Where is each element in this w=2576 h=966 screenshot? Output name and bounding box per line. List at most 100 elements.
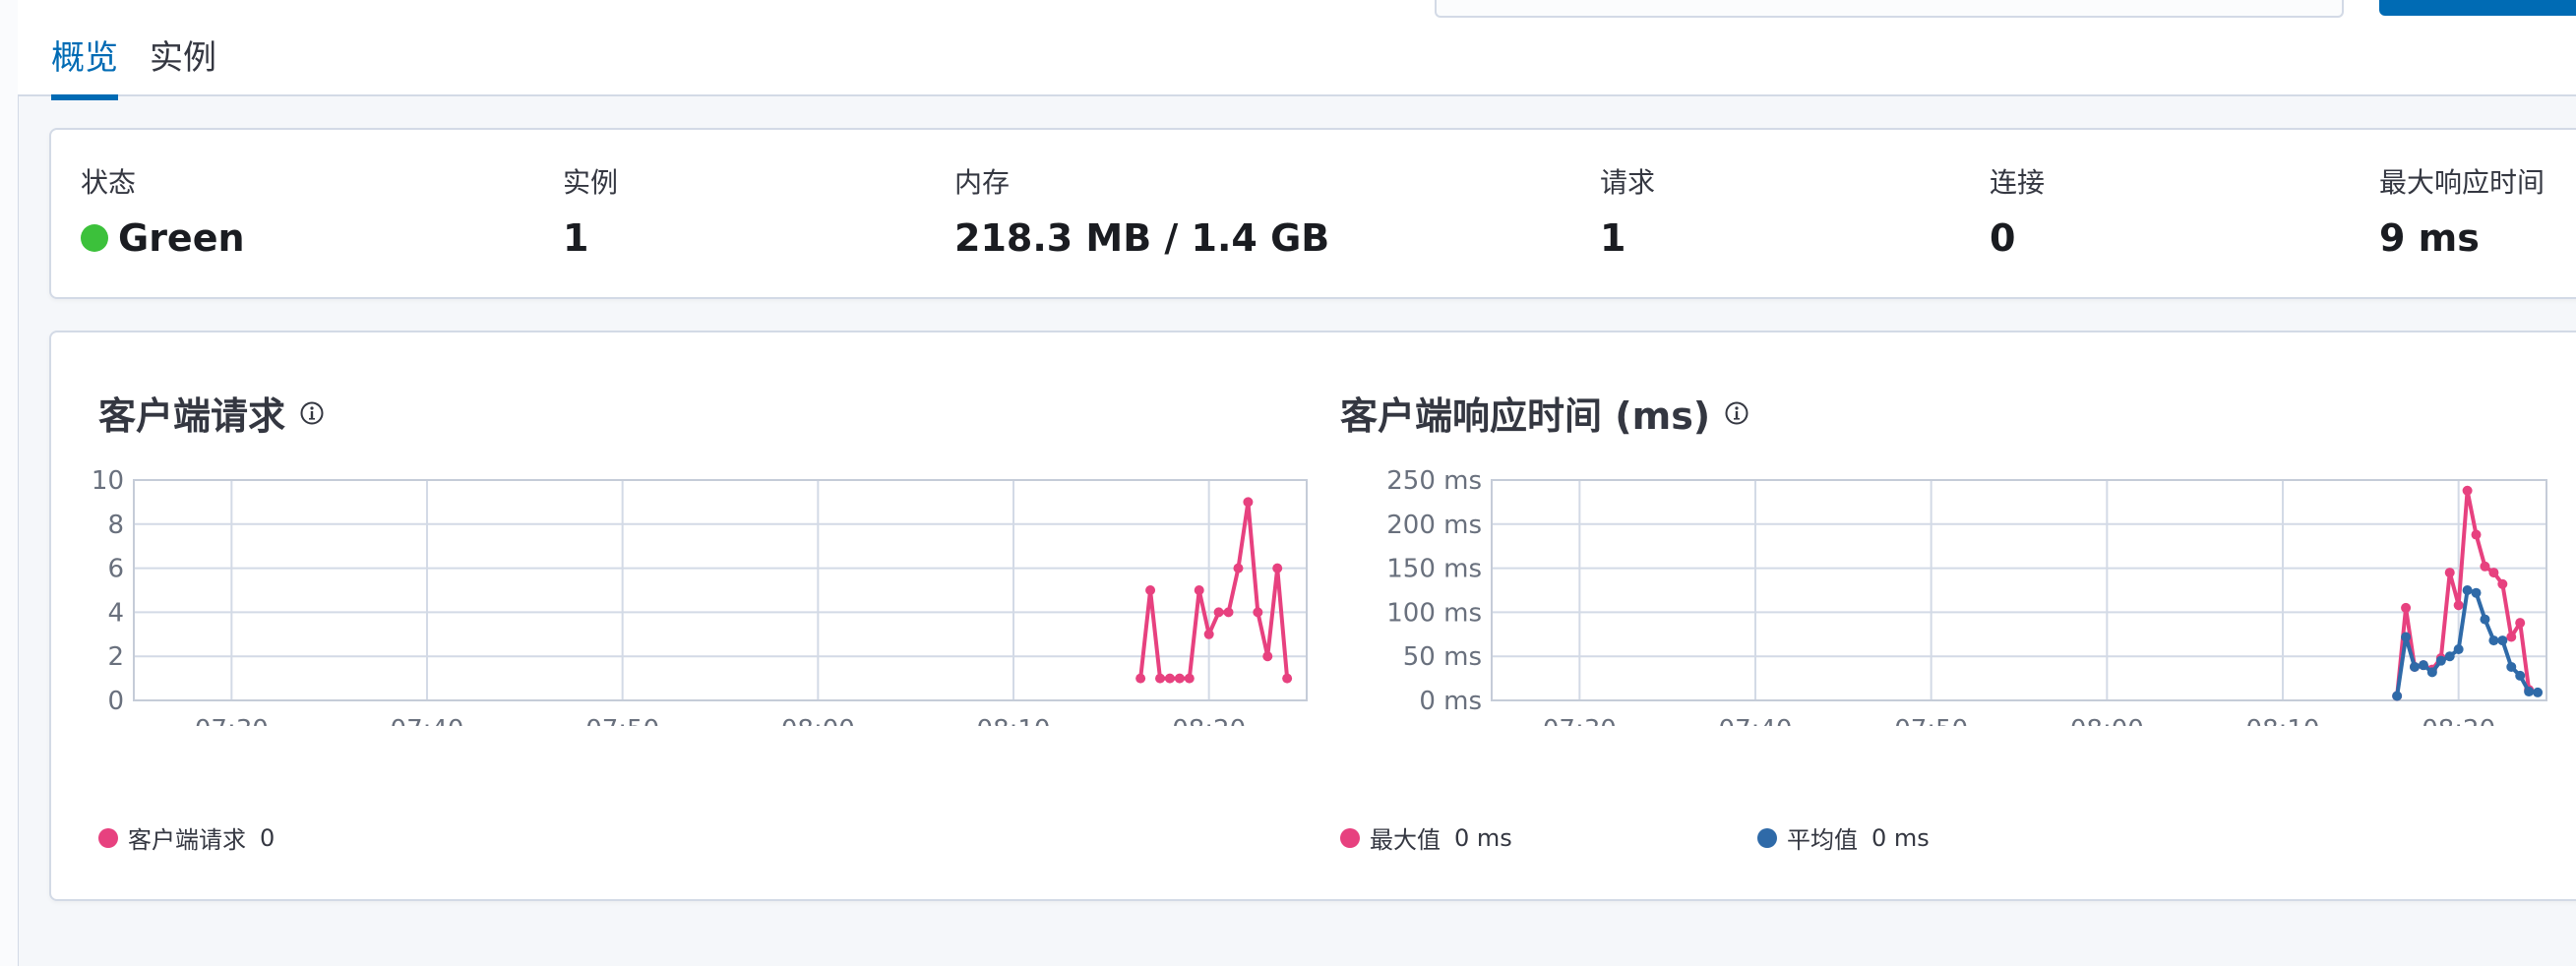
data-point[interactable] <box>1184 673 1195 684</box>
plot-frame <box>133 479 1308 701</box>
stat-title: 状态 <box>81 166 137 199</box>
stat-instances: 实例 1 <box>563 163 618 266</box>
tab-instances[interactable]: 实例 <box>150 31 216 94</box>
x-tick-label: 07:30 <box>1543 715 1617 726</box>
charts-panel: 客户端请求 客户端响应时间 (ms) 108642007:3007:4007:5… <box>49 331 2576 901</box>
legend-label: 平均值 <box>1787 826 1858 854</box>
y-tick-label: 10 <box>92 466 124 496</box>
y-tick-label: 4 <box>107 598 124 628</box>
requests-chart: 108642007:3007:4007:5008:0008:1008:20 <box>92 466 1308 726</box>
x-tick-label: 08:10 <box>2246 715 2320 726</box>
plot-frame <box>1491 479 2547 701</box>
stat-memory: 内存 218.3 MB / 1.4 GB <box>954 163 1329 266</box>
y-tick-label: 150 ms <box>1386 555 1482 584</box>
data-point[interactable] <box>2435 655 2446 666</box>
x-tick-label: 07:50 <box>585 715 659 726</box>
data-point[interactable] <box>1164 673 1175 684</box>
data-point[interactable] <box>2444 651 2455 662</box>
data-point[interactable] <box>2426 667 2437 678</box>
stat-max-response: 最大响应时间 9 ms <box>2379 163 2545 266</box>
stat-title: 连接 <box>1990 166 2046 199</box>
summary-panel: 状态 Green 实例 1 内存 218.3 MB / 1.4 GB 请求 1 … <box>49 128 2576 299</box>
left-edge-strip <box>0 0 19 966</box>
data-point[interactable] <box>2418 660 2428 671</box>
stat-title: 最大响应时间 <box>2379 166 2545 199</box>
data-point[interactable] <box>2515 670 2526 681</box>
x-tick-label: 08:00 <box>2070 715 2144 726</box>
data-point[interactable] <box>2410 661 2420 672</box>
data-point[interactable] <box>1145 585 1156 595</box>
stat-title: 内存 <box>954 166 1011 199</box>
data-point[interactable] <box>2533 687 2544 697</box>
legend-dot-icon <box>98 827 118 848</box>
status-value-text: Green <box>118 216 245 260</box>
legend-dot-icon <box>1757 827 1777 848</box>
data-point[interactable] <box>1135 673 1146 684</box>
legend-value: 0 <box>260 823 276 852</box>
tab-overview[interactable]: 概览 <box>51 31 118 100</box>
legend-max[interactable]: 最大值 0 ms <box>1340 820 1512 855</box>
response-time-chart: 250 ms 200 ms 150 ms 100 ms 50 ms 0 ms 07:30 07… <box>1386 466 2547 726</box>
status-health-icon <box>81 224 108 252</box>
stat-connections: 连接 0 <box>1990 163 2045 266</box>
data-point[interactable] <box>2497 635 2508 646</box>
top-search-field[interactable] <box>1545 0 2344 18</box>
data-point[interactable] <box>2480 561 2490 572</box>
stat-requests: 请求 1 <box>1600 163 1655 266</box>
data-point[interactable] <box>1155 673 1165 684</box>
y-tick-label: 6 <box>107 555 124 584</box>
data-point[interactable] <box>2392 691 2403 701</box>
data-point[interactable] <box>1174 673 1185 684</box>
data-point[interactable] <box>2488 568 2499 578</box>
data-point[interactable] <box>2444 568 2455 578</box>
y-tick-label: 250 ms <box>1386 466 1482 496</box>
data-point[interactable] <box>2401 632 2412 642</box>
stat-title: 实例 <box>563 166 619 199</box>
x-tick-label: 08:10 <box>977 715 1051 726</box>
x-tick-label: 07:40 <box>391 715 464 726</box>
stat-value: 9 ms <box>2379 216 2480 260</box>
stat-value: 1 <box>563 216 589 260</box>
stat-value: Green <box>81 211 245 266</box>
data-point[interactable] <box>2462 585 2473 595</box>
x-tick-label: 07:30 <box>195 715 269 726</box>
x-tick-label: 08:20 <box>2422 715 2495 726</box>
series-line <box>2395 588 2539 696</box>
data-point[interactable] <box>1203 629 1214 639</box>
data-point[interactable] <box>2401 602 2412 613</box>
stat-status: 状态 Green <box>81 163 245 266</box>
legend-dot-icon <box>1340 827 1360 848</box>
tab-bar: 概览 实例 <box>51 31 216 100</box>
data-point[interactable] <box>2462 485 2473 496</box>
top-bar: 概览 实例 <box>18 0 2576 100</box>
data-point[interactable] <box>2488 635 2499 646</box>
legend-avg[interactable]: 平均值 0 ms <box>1757 820 1930 855</box>
data-point[interactable] <box>2506 632 2517 642</box>
data-point[interactable] <box>1194 585 1204 595</box>
legend-value: 0 ms <box>1871 823 1930 852</box>
data-point[interactable] <box>2515 618 2526 629</box>
data-point[interactable] <box>2471 529 2482 540</box>
data-point[interactable] <box>2480 614 2490 625</box>
stat-title: 请求 <box>1600 166 1656 199</box>
data-point[interactable] <box>2524 687 2535 697</box>
stat-value: 1 <box>1600 216 1626 260</box>
data-point[interactable] <box>1213 607 1224 618</box>
y-tick-label: 0 ms <box>1419 687 1482 716</box>
legend-requests[interactable]: 客户端请求 0 <box>98 820 275 855</box>
data-point[interactable] <box>2453 644 2464 655</box>
data-point[interactable] <box>2471 587 2482 598</box>
y-tick-label: 8 <box>107 511 124 540</box>
y-tick-label: 200 ms <box>1386 511 1482 540</box>
stat-value: 218.3 MB / 1.4 GB <box>954 216 1330 260</box>
y-tick-label: 100 ms <box>1386 598 1482 628</box>
data-point[interactable] <box>2497 578 2508 589</box>
y-tick-label: 0 <box>107 687 124 716</box>
top-primary-button[interactable] <box>2379 0 2576 16</box>
top-select-field[interactable] <box>1435 0 1549 18</box>
legend-value: 0 ms <box>1454 823 1512 852</box>
x-tick-label: 08:00 <box>781 715 855 726</box>
x-tick-label: 07:50 <box>1894 715 1968 726</box>
data-point[interactable] <box>2453 600 2464 611</box>
data-point[interactable] <box>2506 661 2517 672</box>
